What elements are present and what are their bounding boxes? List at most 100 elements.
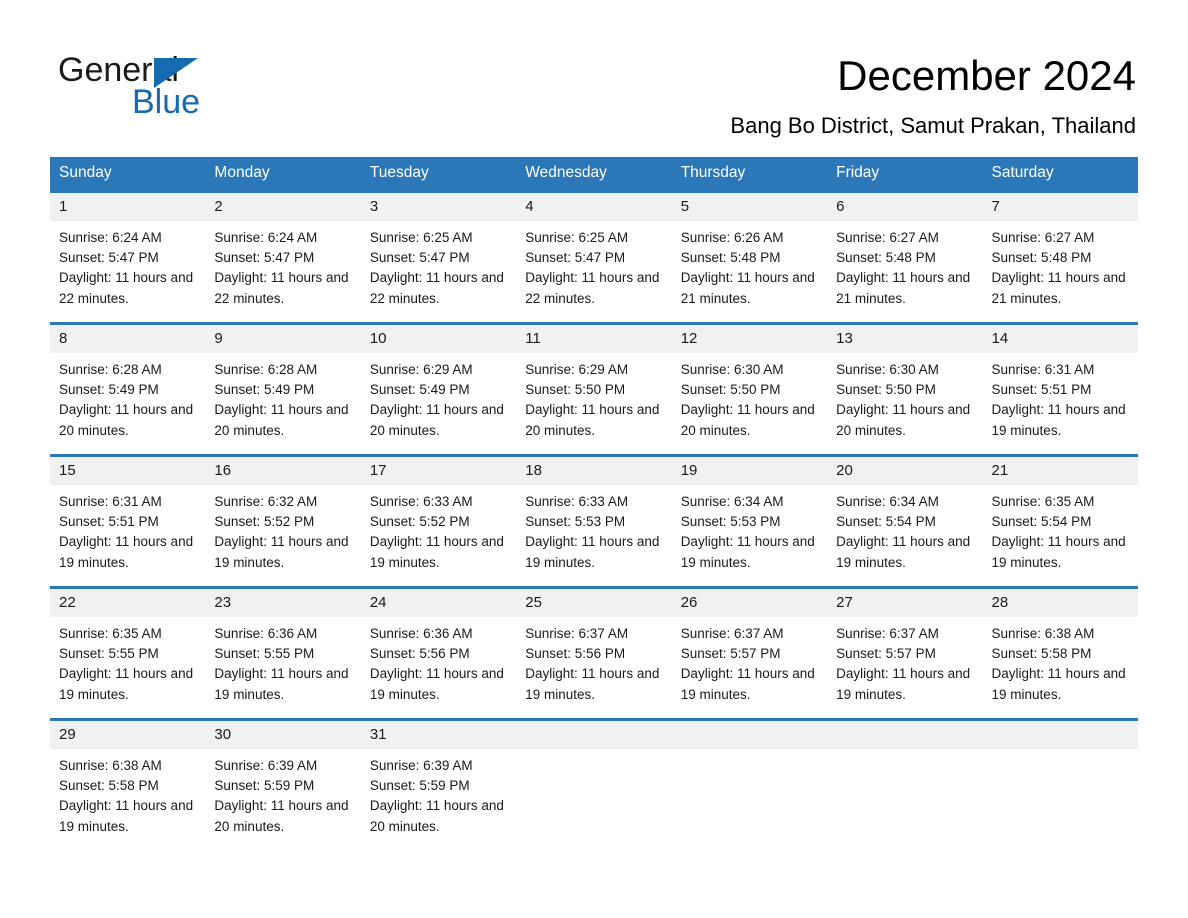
- day-cell[interactable]: 14 Sunrise: 6:31 AM Sunset: 5:51 PM Dayl…: [982, 322, 1138, 456]
- sunrise-text: Sunrise: 6:28 AM: [214, 362, 318, 377]
- day-number: 2: [205, 193, 361, 221]
- day-cell[interactable]: 16 Sunrise: 6:32 AM Sunset: 5:52 PM Dayl…: [205, 454, 361, 588]
- day-cell[interactable]: 15 Sunrise: 6:31 AM Sunset: 5:51 PM Dayl…: [50, 454, 206, 588]
- day-details: Sunrise: 6:31 AM Sunset: 5:51 PM Dayligh…: [50, 485, 205, 573]
- day-cell[interactable]: 8 Sunrise: 6:28 AM Sunset: 5:49 PM Dayli…: [50, 322, 206, 456]
- daylight-text: Daylight: 11 hours and 20 minutes.: [214, 402, 349, 438]
- day-number: 15: [50, 457, 206, 485]
- day-cell[interactable]: 5 Sunrise: 6:26 AM Sunset: 5:48 PM Dayli…: [671, 190, 828, 324]
- sunrise-text: Sunrise: 6:36 AM: [214, 626, 318, 641]
- sunrise-text: Sunrise: 6:27 AM: [991, 230, 1095, 245]
- daylight-text: Daylight: 11 hours and 19 minutes.: [836, 534, 971, 570]
- weekday-header-sunday: Sunday: [50, 157, 206, 192]
- day-details: Sunrise: 6:27 AM Sunset: 5:48 PM Dayligh…: [983, 221, 1138, 309]
- sunset-text: Sunset: 5:59 PM: [369, 778, 470, 794]
- day-cell[interactable]: 30 Sunrise: 6:39 AM Sunset: 5:59 PM Dayl…: [205, 718, 361, 852]
- day-cell[interactable]: 18 Sunrise: 6:33 AM Sunset: 5:53 PM Dayl…: [516, 454, 672, 588]
- sunrise-text: Sunrise: 6:36 AM: [369, 626, 473, 641]
- sunrise-text: Sunrise: 6:37 AM: [525, 626, 629, 641]
- day-cell-empty: [982, 718, 1138, 852]
- day-details: Sunrise: 6:34 AM Sunset: 5:53 PM Dayligh…: [672, 485, 827, 573]
- day-number: 4: [516, 193, 672, 221]
- day-cell[interactable]: 10 Sunrise: 6:29 AM Sunset: 5:49 PM Dayl…: [360, 322, 517, 456]
- day-cell[interactable]: 3 Sunrise: 6:25 AM Sunset: 5:47 PM Dayli…: [360, 190, 517, 324]
- page-subtitle: Bang Bo District, Samut Prakan, Thailand: [730, 113, 1136, 138]
- day-number: 14: [982, 325, 1138, 353]
- sunset-text: Sunset: 5:55 PM: [59, 646, 159, 662]
- calendar-week-row: 15 Sunrise: 6:31 AM Sunset: 5:51 PM Dayl…: [50, 454, 1138, 588]
- day-cell[interactable]: 1 Sunrise: 6:24 AM Sunset: 5:47 PM Dayli…: [50, 190, 206, 324]
- day-cell[interactable]: 4 Sunrise: 6:25 AM Sunset: 5:47 PM Dayli…: [516, 190, 672, 324]
- day-cell[interactable]: 31 Sunrise: 6:39 AM Sunset: 5:59 PM Dayl…: [360, 718, 517, 852]
- day-cell[interactable]: 20 Sunrise: 6:34 AM Sunset: 5:54 PM Dayl…: [827, 454, 983, 588]
- daylight-text: Daylight: 11 hours and 20 minutes.: [680, 402, 815, 438]
- day-cell[interactable]: 25 Sunrise: 6:37 AM Sunset: 5:56 PM Dayl…: [516, 586, 672, 720]
- day-number: 26: [671, 589, 828, 617]
- sunrise-text: Sunrise: 6:25 AM: [525, 230, 629, 245]
- calendar-table: Sunday Monday Tuesday Wednesday Thursday…: [50, 157, 1138, 852]
- day-cell[interactable]: 22 Sunrise: 6:35 AM Sunset: 5:55 PM Dayl…: [50, 586, 206, 720]
- weekday-header-wednesday: Wednesday: [516, 157, 672, 192]
- day-number: 27: [827, 589, 983, 617]
- daylight-text: Daylight: 11 hours and 20 minutes.: [214, 798, 349, 834]
- day-number: 25: [516, 589, 672, 617]
- day-details: Sunrise: 6:37 AM Sunset: 5:56 PM Dayligh…: [516, 617, 671, 705]
- day-cell[interactable]: 17 Sunrise: 6:33 AM Sunset: 5:52 PM Dayl…: [360, 454, 517, 588]
- sunset-text: Sunset: 5:57 PM: [680, 646, 781, 662]
- day-cell[interactable]: 21 Sunrise: 6:35 AM Sunset: 5:54 PM Dayl…: [982, 454, 1138, 588]
- sunset-text: Sunset: 5:57 PM: [836, 646, 936, 662]
- generalblue-logo[interactable]: General Blue: [58, 52, 358, 132]
- day-cell[interactable]: 12 Sunrise: 6:30 AM Sunset: 5:50 PM Dayl…: [671, 322, 828, 456]
- sunset-text: Sunset: 5:48 PM: [836, 250, 936, 266]
- day-number: 13: [827, 325, 983, 353]
- sunrise-text: Sunrise: 6:31 AM: [59, 494, 162, 509]
- day-details: Sunrise: 6:28 AM Sunset: 5:49 PM Dayligh…: [50, 353, 205, 441]
- day-number: 1: [50, 193, 206, 221]
- day-cell[interactable]: 6 Sunrise: 6:27 AM Sunset: 5:48 PM Dayli…: [827, 190, 983, 324]
- day-number: [827, 721, 983, 749]
- sunset-text: Sunset: 5:54 PM: [991, 514, 1092, 530]
- day-cell[interactable]: 29 Sunrise: 6:38 AM Sunset: 5:58 PM Dayl…: [50, 718, 206, 852]
- daylight-text: Daylight: 11 hours and 20 minutes.: [369, 798, 504, 834]
- day-cell[interactable]: 27 Sunrise: 6:37 AM Sunset: 5:57 PM Dayl…: [827, 586, 983, 720]
- day-details: Sunrise: 6:34 AM Sunset: 5:54 PM Dayligh…: [827, 485, 982, 573]
- day-cell[interactable]: 13 Sunrise: 6:30 AM Sunset: 5:50 PM Dayl…: [827, 322, 983, 456]
- day-cell[interactable]: 9 Sunrise: 6:28 AM Sunset: 5:49 PM Dayli…: [205, 322, 361, 456]
- day-details: Sunrise: 6:35 AM Sunset: 5:54 PM Dayligh…: [983, 485, 1138, 573]
- day-number: 19: [671, 457, 828, 485]
- day-details: Sunrise: 6:36 AM Sunset: 5:56 PM Dayligh…: [361, 617, 516, 705]
- sunrise-text: Sunrise: 6:39 AM: [214, 758, 318, 773]
- day-number: 22: [50, 589, 206, 617]
- sunset-text: Sunset: 5:55 PM: [214, 646, 315, 662]
- sunrise-text: Sunrise: 6:34 AM: [836, 494, 939, 509]
- daylight-text: Daylight: 11 hours and 19 minutes.: [836, 666, 971, 702]
- day-cell[interactable]: 11 Sunrise: 6:29 AM Sunset: 5:50 PM Dayl…: [516, 322, 672, 456]
- day-number: 16: [205, 457, 361, 485]
- day-details: Sunrise: 6:35 AM Sunset: 5:55 PM Dayligh…: [50, 617, 205, 705]
- sunrise-text: Sunrise: 6:25 AM: [369, 230, 473, 245]
- day-cell[interactable]: 2 Sunrise: 6:24 AM Sunset: 5:47 PM Dayli…: [205, 190, 361, 324]
- sunset-text: Sunset: 5:49 PM: [369, 382, 470, 398]
- day-details: Sunrise: 6:39 AM Sunset: 5:59 PM Dayligh…: [361, 749, 516, 837]
- day-cell-empty: [671, 718, 828, 852]
- day-details: Sunrise: 6:30 AM Sunset: 5:50 PM Dayligh…: [827, 353, 982, 441]
- daylight-text: Daylight: 11 hours and 20 minutes.: [525, 402, 660, 438]
- day-cell[interactable]: 7 Sunrise: 6:27 AM Sunset: 5:48 PM Dayli…: [982, 190, 1138, 324]
- weekday-header-friday: Friday: [827, 157, 983, 192]
- sunrise-text: Sunrise: 6:26 AM: [680, 230, 784, 245]
- weekday-header-monday: Monday: [205, 157, 361, 192]
- day-cell[interactable]: 28 Sunrise: 6:38 AM Sunset: 5:58 PM Dayl…: [982, 586, 1138, 720]
- day-number: 21: [982, 457, 1138, 485]
- day-number: 31: [360, 721, 517, 749]
- day-cell[interactable]: 19 Sunrise: 6:34 AM Sunset: 5:53 PM Dayl…: [671, 454, 828, 588]
- sunrise-text: Sunrise: 6:27 AM: [836, 230, 939, 245]
- sunset-text: Sunset: 5:53 PM: [680, 514, 781, 530]
- day-cell[interactable]: 24 Sunrise: 6:36 AM Sunset: 5:56 PM Dayl…: [360, 586, 517, 720]
- daylight-text: Daylight: 11 hours and 19 minutes.: [991, 534, 1126, 570]
- day-cell[interactable]: 23 Sunrise: 6:36 AM Sunset: 5:55 PM Dayl…: [205, 586, 361, 720]
- sunset-text: Sunset: 5:56 PM: [525, 646, 626, 662]
- sunrise-text: Sunrise: 6:29 AM: [525, 362, 629, 377]
- sunset-text: Sunset: 5:51 PM: [991, 382, 1092, 398]
- daylight-text: Daylight: 11 hours and 19 minutes.: [59, 534, 194, 570]
- day-cell[interactable]: 26 Sunrise: 6:37 AM Sunset: 5:57 PM Dayl…: [671, 586, 828, 720]
